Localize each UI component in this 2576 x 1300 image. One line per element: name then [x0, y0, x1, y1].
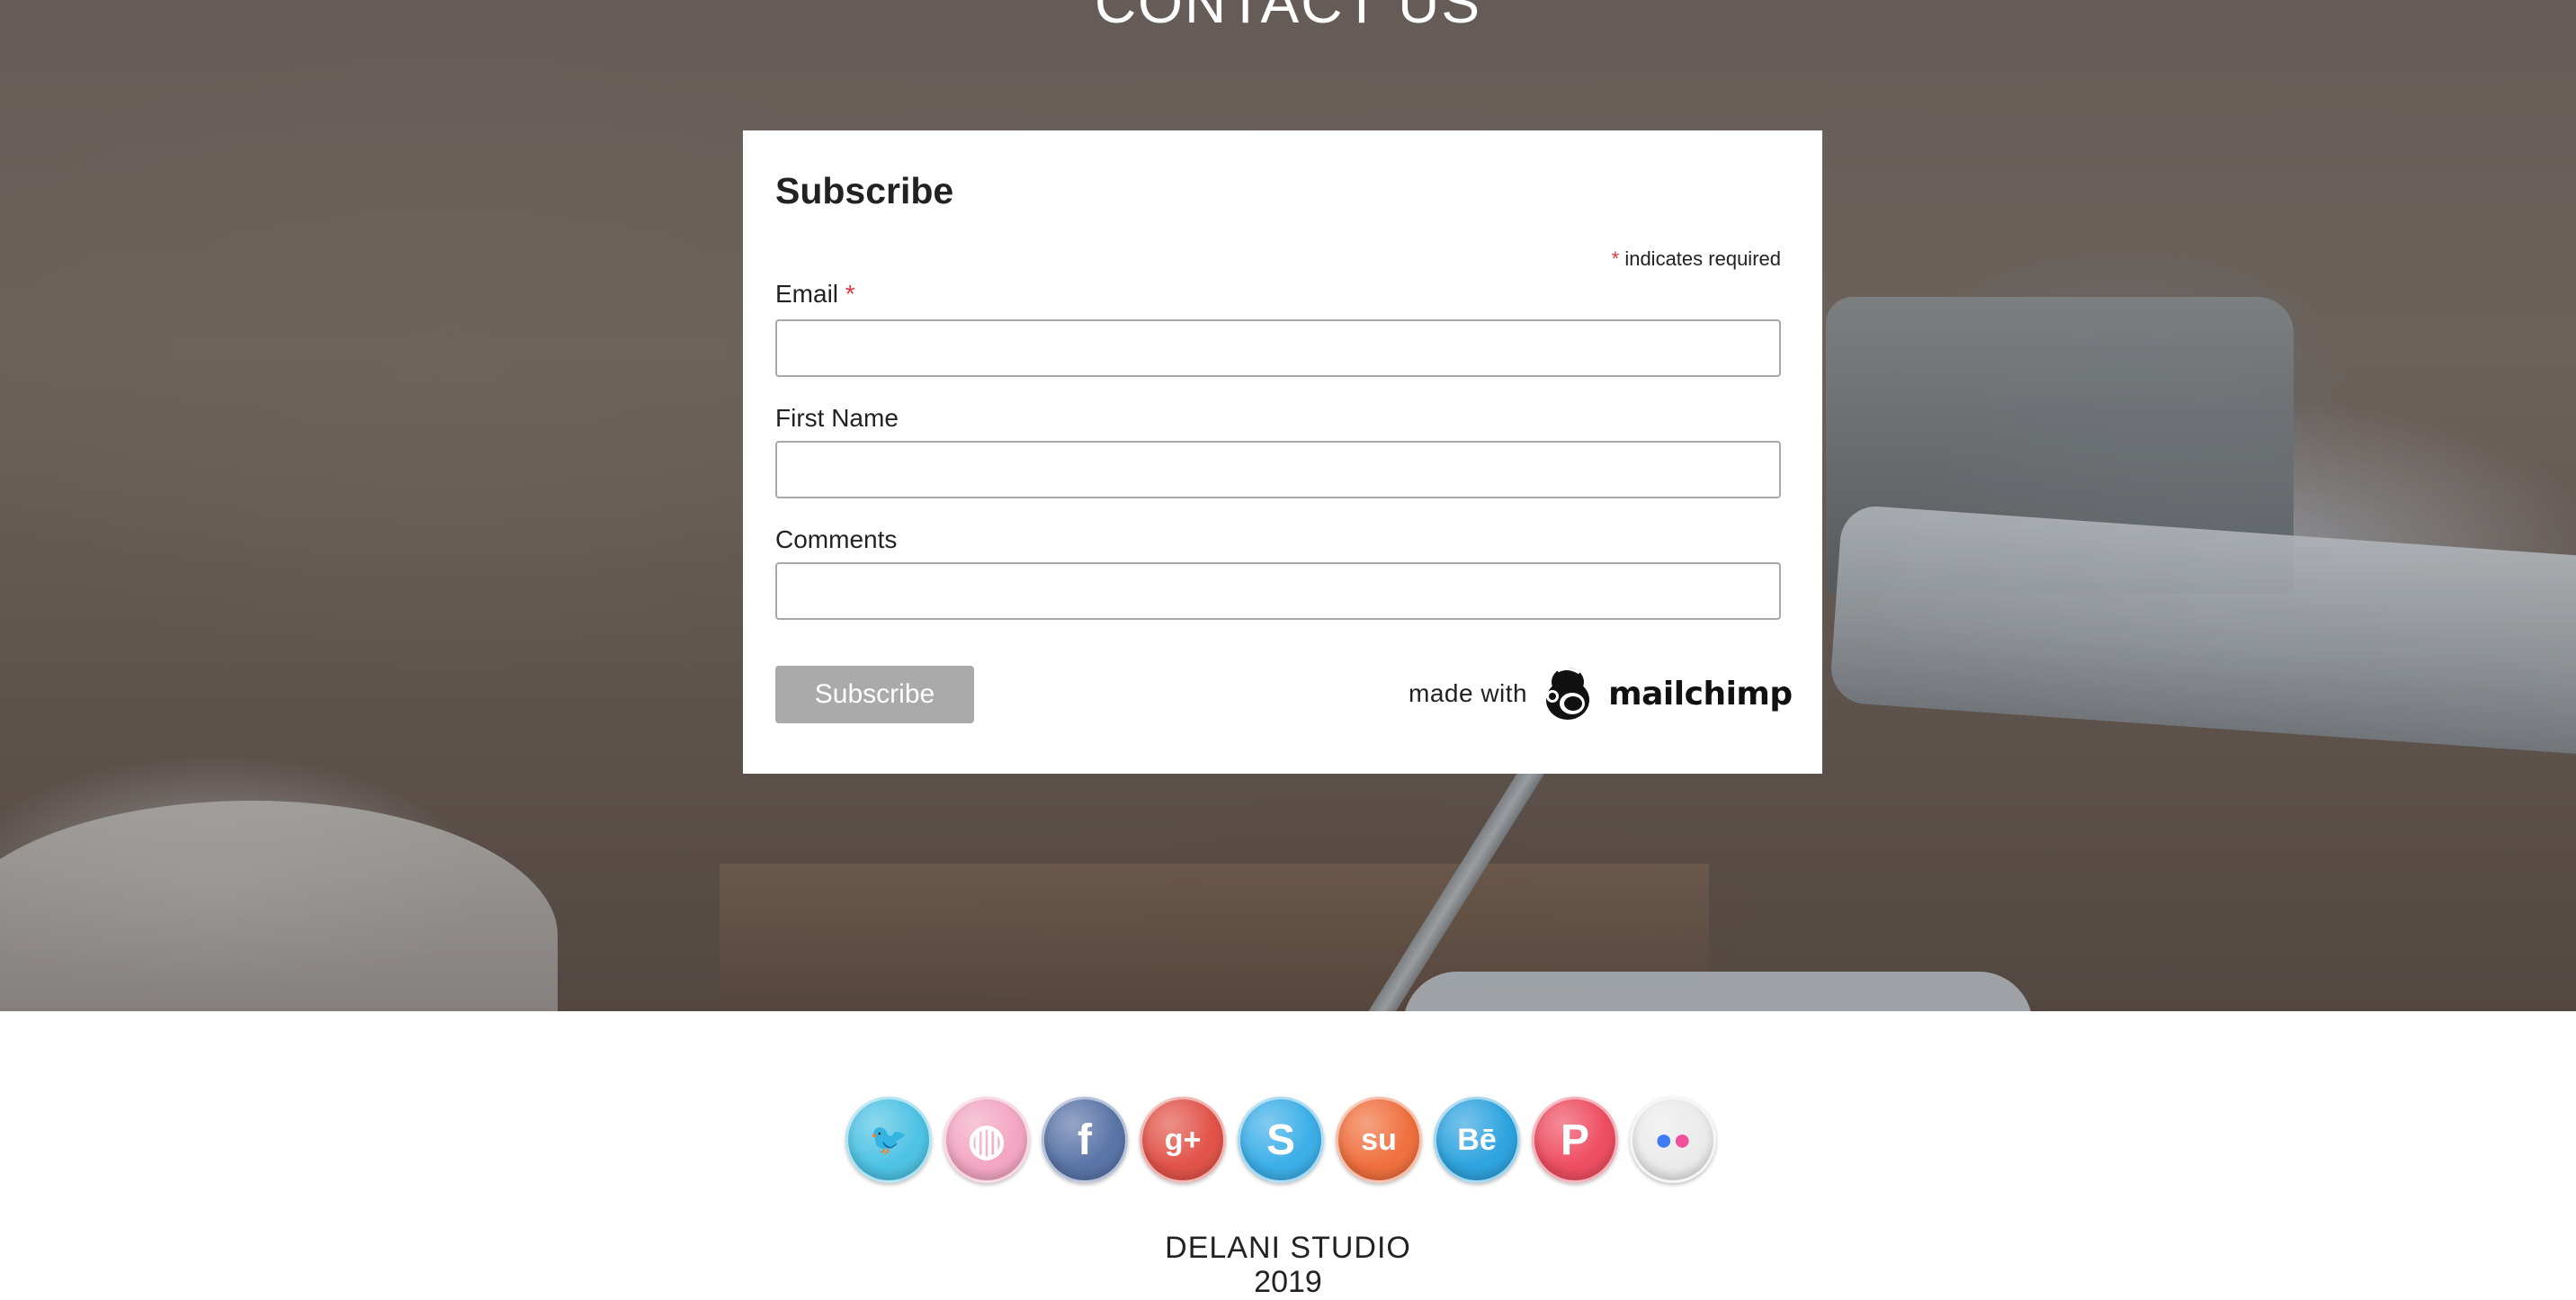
- pinterest-icon[interactable]: P: [1532, 1097, 1618, 1183]
- twitter-icon[interactable]: 🐦: [845, 1097, 932, 1183]
- first-name-label: First Name: [775, 404, 899, 432]
- required-asterisk: *: [1611, 247, 1620, 270]
- footer-year: 2019: [1254, 1265, 1322, 1299]
- mailchimp-badge[interactable]: made with mailchimp: [1409, 659, 1793, 728]
- flickr-icon-glyph: ●●: [1654, 1122, 1692, 1157]
- behance-icon[interactable]: Bē: [1434, 1097, 1520, 1183]
- required-note-text: indicates required: [1624, 247, 1781, 270]
- mailchimp-wordmark: mailchimp: [1608, 675, 1793, 713]
- subscribe-form: Subscribe * indicates required Email * F…: [743, 130, 1822, 774]
- footer-studio-name: DELANI STUDIO: [1165, 1231, 1411, 1265]
- first-name-field[interactable]: [775, 441, 1781, 498]
- mailchimp-monkey-icon: [1546, 667, 1590, 720]
- flickr-icon[interactable]: ●●: [1630, 1097, 1716, 1183]
- email-label: Email *: [775, 280, 855, 309]
- pinterest-icon-glyph: P: [1560, 1116, 1589, 1164]
- page-title: CONTACT US: [1094, 0, 1482, 35]
- email-label-text: Email: [775, 280, 839, 308]
- social-links: 🐦 ◍ f g+ Ssu Bē P ●●: [845, 1097, 1718, 1183]
- subscribe-button[interactable]: Subscribe: [775, 666, 974, 723]
- hero-section: CONTACT US Subscribe * indicates require…: [0, 0, 2576, 1011]
- dribbble-icon[interactable]: ◍: [944, 1097, 1030, 1183]
- stumbleupon-icon-glyph: su: [1361, 1122, 1397, 1157]
- required-note: * indicates required: [1612, 247, 1781, 271]
- google-plus-icon[interactable]: g+: [1140, 1097, 1226, 1183]
- behance-icon-glyph: Bē: [1457, 1122, 1497, 1157]
- comments-field[interactable]: [775, 562, 1781, 620]
- form-heading: Subscribe: [775, 170, 954, 211]
- skype-icon-glyph: S: [1266, 1116, 1295, 1164]
- made-with-text: made with: [1409, 679, 1528, 707]
- stumbleupon-icon[interactable]: su: [1336, 1097, 1422, 1183]
- facebook-icon[interactable]: f: [1042, 1097, 1128, 1183]
- skype-icon[interactable]: S: [1238, 1097, 1324, 1183]
- comments-label: Comments: [775, 525, 898, 553]
- twitter-icon-glyph: 🐦: [869, 1123, 908, 1157]
- email-field[interactable]: [775, 319, 1781, 377]
- email-required-asterisk: *: [845, 280, 855, 308]
- google-plus-icon-glyph: g+: [1164, 1122, 1202, 1157]
- dribbble-icon-glyph: ◍: [968, 1116, 1006, 1164]
- facebook-icon-glyph: f: [1078, 1116, 1092, 1164]
